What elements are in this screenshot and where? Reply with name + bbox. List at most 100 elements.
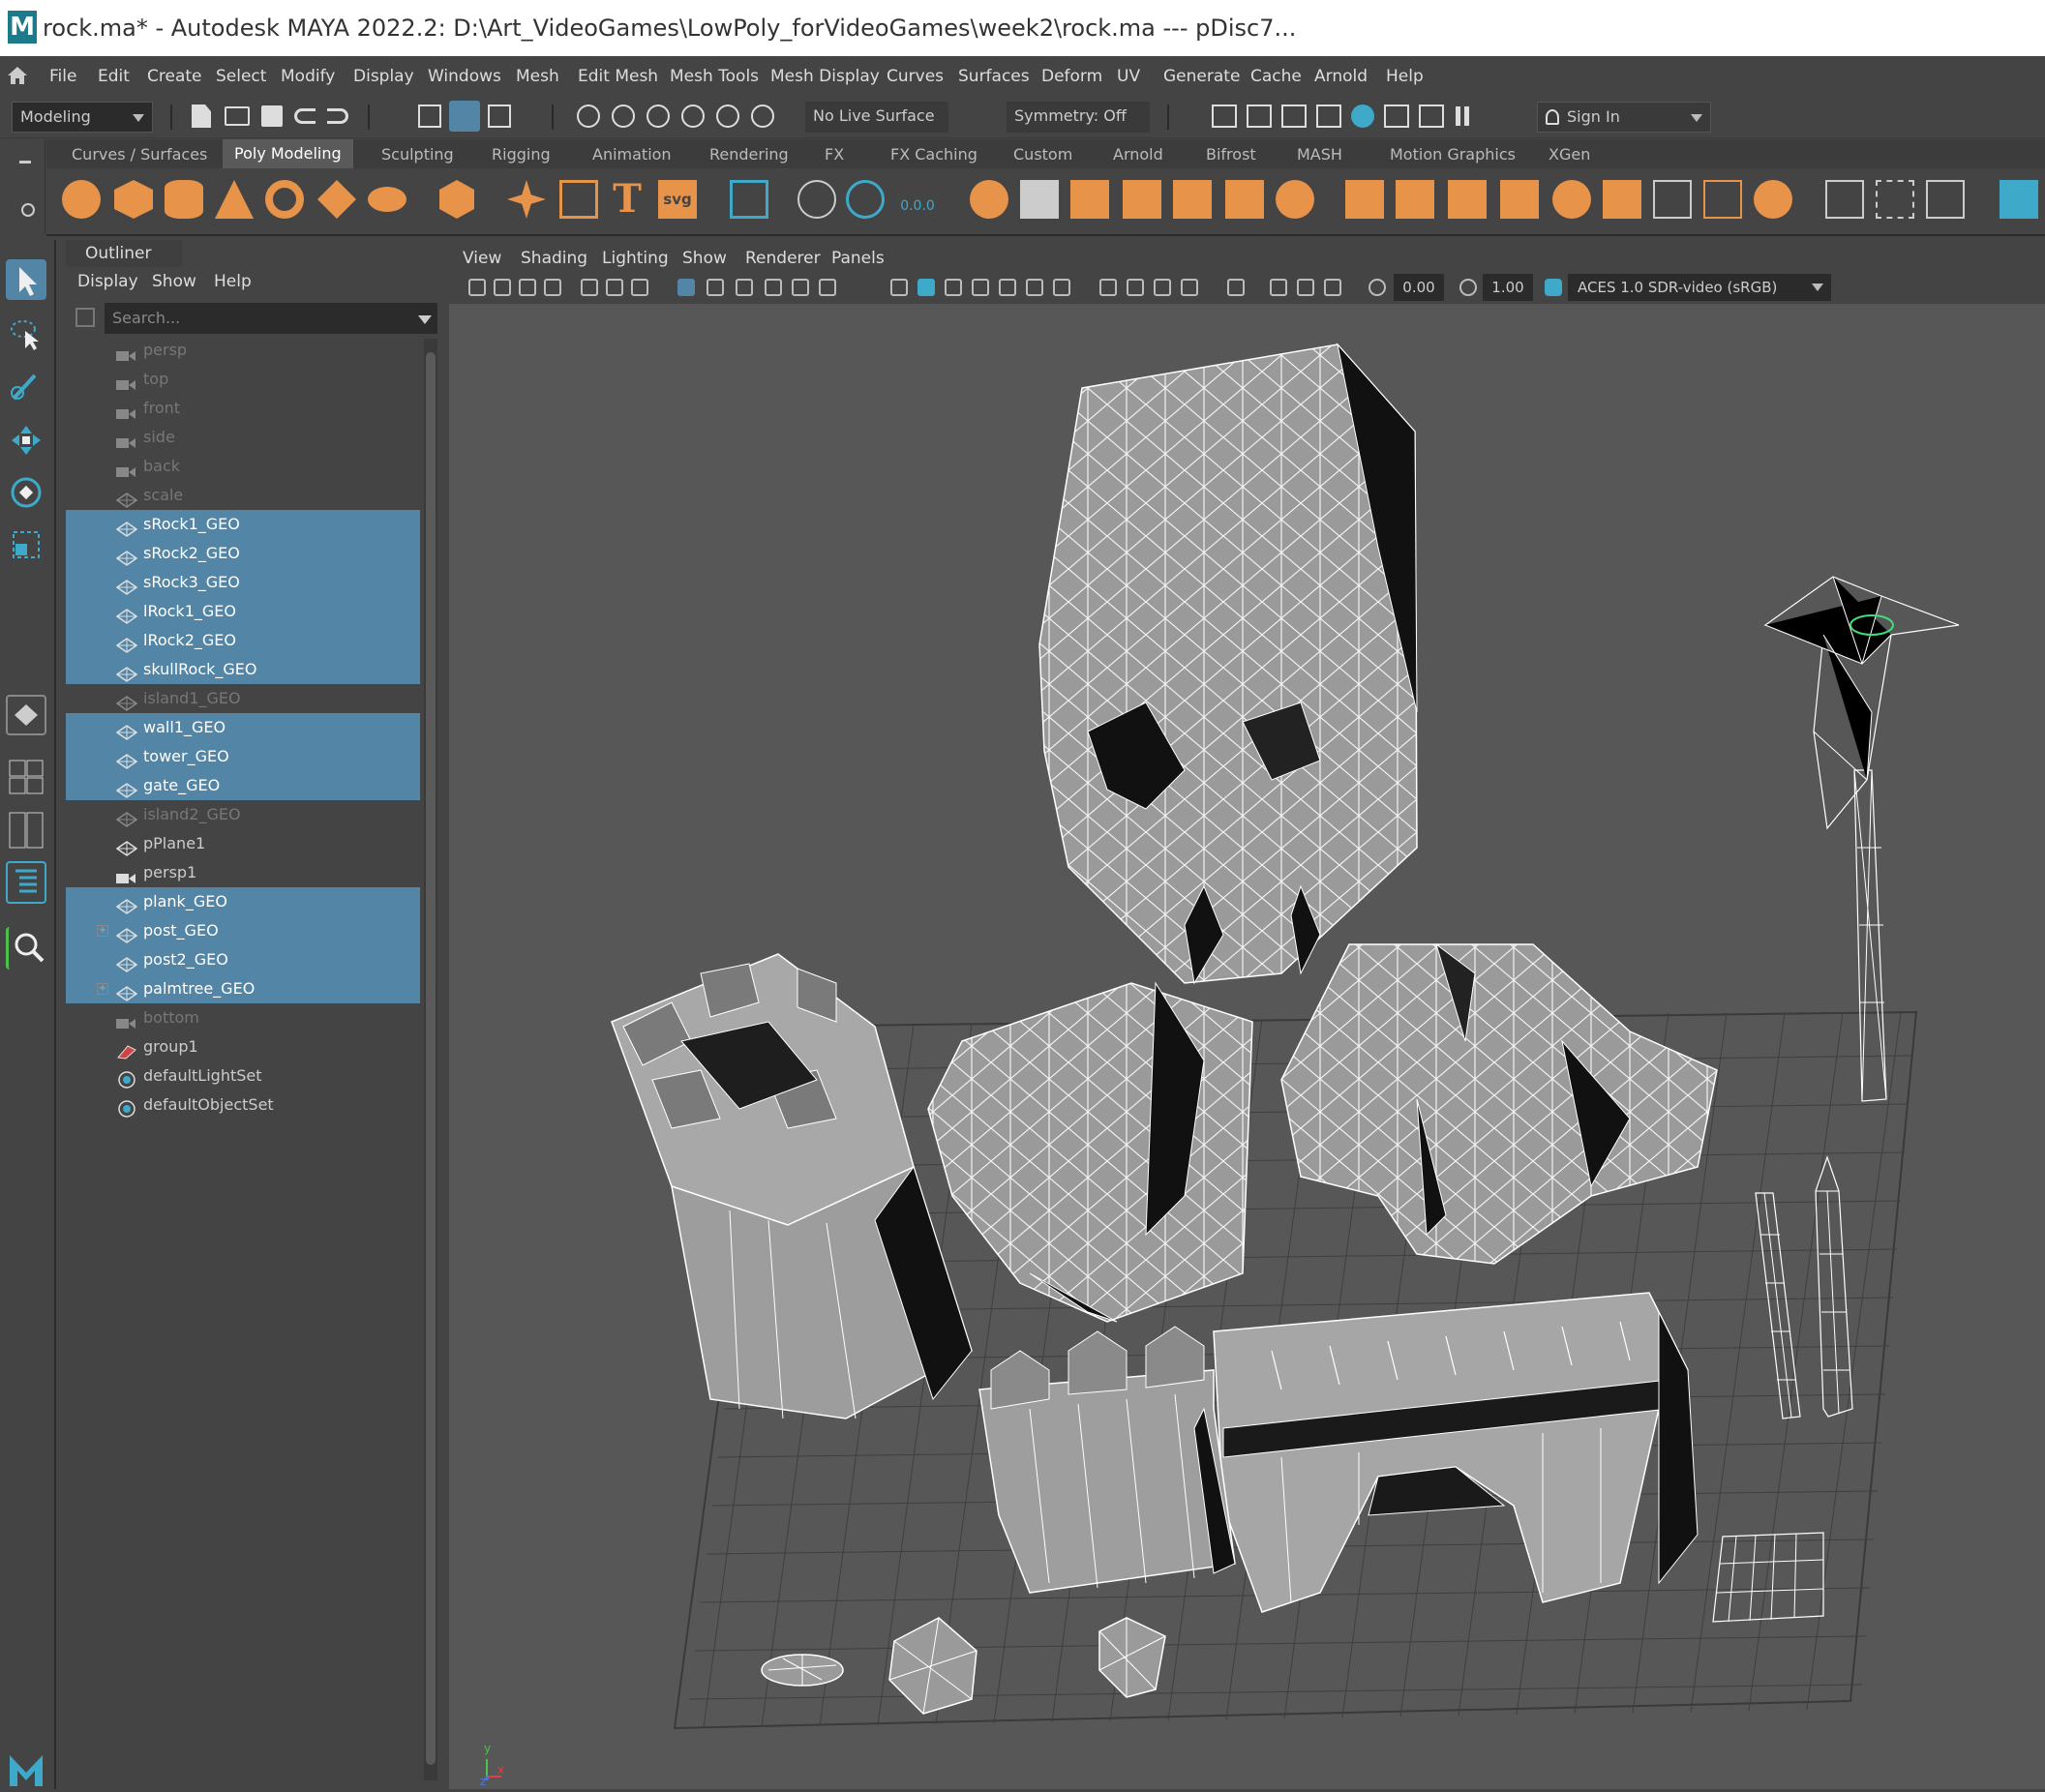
outliner-item[interactable]: front: [66, 394, 420, 423]
menu-windows[interactable]: Windows: [428, 67, 501, 86]
menu-generate[interactable]: Generate: [1163, 67, 1240, 86]
select-component-icon[interactable]: [488, 105, 511, 128]
gamma-field[interactable]: 1.00: [1483, 274, 1533, 301]
viewport-menu-lighting[interactable]: Lighting: [602, 249, 669, 268]
tab-sculpting[interactable]: Sculpting: [381, 145, 454, 164]
outliner-item[interactable]: sRock2_GEO: [66, 539, 420, 568]
exposure-field[interactable]: 0.00: [1394, 274, 1444, 301]
camera-select-icon[interactable]: [468, 279, 486, 296]
menu-mesh-display[interactable]: Mesh Display: [770, 67, 880, 86]
grid-toggle-icon[interactable]: [677, 279, 695, 296]
outliner-item[interactable]: pPlane1: [66, 829, 420, 858]
menu-modify[interactable]: Modify: [281, 67, 335, 86]
symmetry-dropdown[interactable]: Symmetry: Off: [1007, 102, 1150, 133]
combine-icon[interactable]: [970, 180, 1008, 219]
camera-attributes-icon[interactable]: [494, 279, 511, 296]
tab-poly-modeling[interactable]: Poly Modeling: [223, 139, 353, 168]
tab-arnold[interactable]: Arnold: [1113, 145, 1163, 164]
render-setup-icon[interactable]: [1384, 105, 1409, 128]
insert-edge-loop-icon[interactable]: [1876, 180, 1914, 219]
sweep-mesh-icon[interactable]: [559, 180, 598, 219]
outliner-item[interactable]: island2_GEO: [66, 800, 420, 829]
menu-cache[interactable]: Cache: [1250, 67, 1302, 86]
outliner-item[interactable]: lRock2_GEO: [66, 626, 420, 655]
isolate-select-icon[interactable]: [1227, 279, 1245, 296]
new-scene-icon[interactable]: [192, 105, 211, 128]
filter-icon[interactable]: [75, 308, 95, 327]
outliner-item[interactable]: sRock3_GEO: [66, 568, 420, 597]
outliner-menu-display[interactable]: Display: [77, 272, 138, 291]
menu-curves[interactable]: Curves: [887, 67, 944, 86]
single-perspective-view-icon[interactable]: [6, 695, 46, 735]
quad-draw-icon[interactable]: [1754, 180, 1792, 219]
outliner-scroll-thumb[interactable]: [426, 352, 436, 1765]
outliner-item[interactable]: side: [66, 423, 420, 452]
tab-custom[interactable]: Custom: [1013, 145, 1072, 164]
reduce-icon[interactable]: [1276, 180, 1314, 219]
color-space-dropdown[interactable]: ACES 1.0 SDR-video (sRGB): [1568, 274, 1831, 301]
outliner-item[interactable]: + palmtree_GEO: [66, 974, 420, 1003]
outliner-item[interactable]: defaultLightSet: [66, 1061, 420, 1090]
outliner-item[interactable]: scale: [66, 481, 420, 510]
outliner-item[interactable]: persp: [66, 336, 420, 365]
tab-curves-surfaces[interactable]: Curves / Surfaces: [72, 145, 207, 164]
viewport-menu-renderer[interactable]: Renderer: [745, 249, 821, 268]
outliner-item[interactable]: wall1_GEO: [66, 713, 420, 742]
ipr-render-icon[interactable]: [1281, 105, 1307, 128]
mode-dropdown[interactable]: Modeling: [12, 102, 153, 133]
menu-arnold[interactable]: Arnold: [1314, 67, 1368, 86]
gate-mask-icon[interactable]: [765, 279, 782, 296]
snap-point-icon[interactable]: [647, 105, 670, 128]
slide-edge-icon[interactable]: [1926, 180, 1965, 219]
select-tool-icon[interactable]: [6, 259, 46, 300]
multisample-aa-icon[interactable]: [1154, 279, 1171, 296]
menu-display[interactable]: Display: [353, 67, 414, 86]
fill-hole-icon[interactable]: [1500, 180, 1539, 219]
tab-xgen[interactable]: XGen: [1549, 145, 1590, 164]
render-view-icon[interactable]: [1212, 105, 1237, 128]
type-tool-icon[interactable]: T: [608, 180, 647, 219]
menu-file[interactable]: File: [49, 67, 76, 86]
tab-fx-caching[interactable]: FX Caching: [890, 145, 977, 164]
depth-of-field-icon[interactable]: [1181, 279, 1198, 296]
tab-rendering[interactable]: Rendering: [709, 145, 789, 164]
wireframe-on-shaded-icon[interactable]: [972, 279, 989, 296]
outliner-item[interactable]: gate_GEO: [66, 771, 420, 800]
target-weld-icon[interactable]: [1653, 180, 1692, 219]
mesh-grid-icon[interactable]: [730, 180, 768, 219]
gamma-icon[interactable]: [1459, 279, 1477, 296]
snap-surface-icon[interactable]: [716, 105, 739, 128]
render-settings-icon[interactable]: [1316, 105, 1341, 128]
light-editor-icon[interactable]: [1419, 105, 1444, 128]
bookmarks-icon[interactable]: [519, 279, 536, 296]
search-input[interactable]: Search...: [105, 303, 437, 334]
outliner-item[interactable]: persp1: [66, 858, 420, 887]
poly-sphere-icon[interactable]: [62, 180, 101, 219]
smooth-icon[interactable]: [1123, 180, 1161, 219]
center-pivot-icon[interactable]: [797, 180, 836, 219]
outliner-menu-help[interactable]: Help: [214, 272, 252, 291]
outliner-item[interactable]: tower_GEO: [66, 742, 420, 771]
outliner-item[interactable]: island1_GEO: [66, 684, 420, 713]
outliner-item[interactable]: sRock1_GEO: [66, 510, 420, 539]
viewport-menu-panels[interactable]: Panels: [831, 249, 885, 268]
extract-icon[interactable]: [1070, 180, 1109, 219]
expand-icon[interactable]: +: [97, 983, 108, 995]
scale-tool-icon[interactable]: [6, 524, 46, 565]
field-chart-icon[interactable]: [792, 279, 809, 296]
screen-space-ao-icon[interactable]: [1099, 279, 1117, 296]
freeze-transform-icon[interactable]: [846, 180, 885, 219]
smooth-shade-icon[interactable]: [917, 279, 935, 296]
hypershade-icon[interactable]: [1351, 105, 1374, 128]
snap-curve-icon[interactable]: [612, 105, 635, 128]
select-object-icon[interactable]: [449, 101, 480, 132]
two-view-layout-icon[interactable]: [6, 809, 46, 851]
tab-motion-graphics[interactable]: Motion Graphics: [1390, 145, 1516, 164]
pause-icon[interactable]: [1456, 106, 1469, 126]
textured-icon[interactable]: [999, 279, 1016, 296]
outliner-item[interactable]: lRock1_GEO: [66, 597, 420, 626]
menu-select[interactable]: Select: [216, 67, 266, 86]
menu-deform[interactable]: Deform: [1041, 67, 1102, 86]
outliner-layout-icon[interactable]: [6, 861, 46, 904]
viewport-menu-show[interactable]: Show: [682, 249, 727, 268]
